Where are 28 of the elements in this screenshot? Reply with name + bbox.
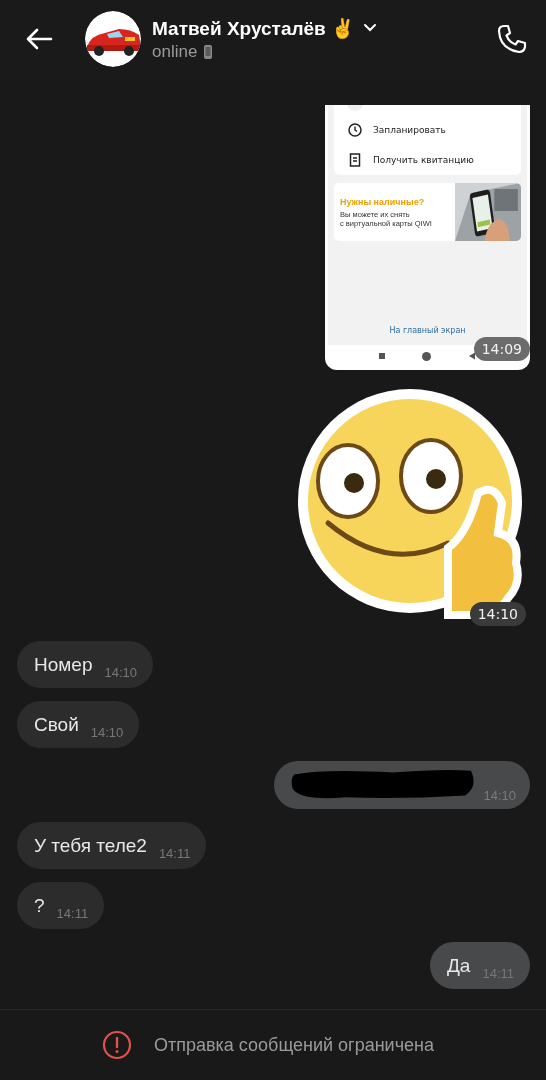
- chevron-down-icon[interactable]: [363, 23, 378, 33]
- message-text: Да: [447, 955, 471, 978]
- message-time: 14:10: [90, 725, 124, 740]
- menu-item: Запланировать: [373, 125, 446, 135]
- online-status: online: [152, 41, 198, 62]
- home-screen-link: На главный экран: [389, 326, 466, 335]
- square-icon: [379, 353, 385, 359]
- message-time: 14:11: [56, 906, 89, 921]
- message-text: Свой: [34, 714, 79, 737]
- message-time: 14:09: [473, 337, 530, 361]
- clock-icon: [347, 122, 363, 138]
- back-icon[interactable]: [25, 27, 53, 51]
- message-time: 14:10: [469, 602, 526, 626]
- message-text: Номер: [34, 654, 93, 677]
- message-time: 14:11: [158, 846, 191, 861]
- call-icon[interactable]: [496, 23, 528, 55]
- message-text: ?: [34, 895, 45, 918]
- warning-icon: [102, 1030, 132, 1060]
- phone-device-icon: [203, 43, 214, 60]
- menu-item: Получить квитанцию: [373, 155, 474, 165]
- triangle-icon: [468, 352, 476, 360]
- restriction-notice: Отправка сообщений ограничена: [154, 1034, 434, 1056]
- message-time: 14:10: [104, 665, 138, 680]
- message-text: У тебя теле2: [34, 835, 147, 858]
- avatar[interactable]: [85, 11, 141, 67]
- contact-name[interactable]: Матвей Хрусталёв ✌: [152, 16, 356, 40]
- banner-title: Нужны наличные?: [340, 196, 426, 207]
- receipt-icon: [347, 152, 363, 168]
